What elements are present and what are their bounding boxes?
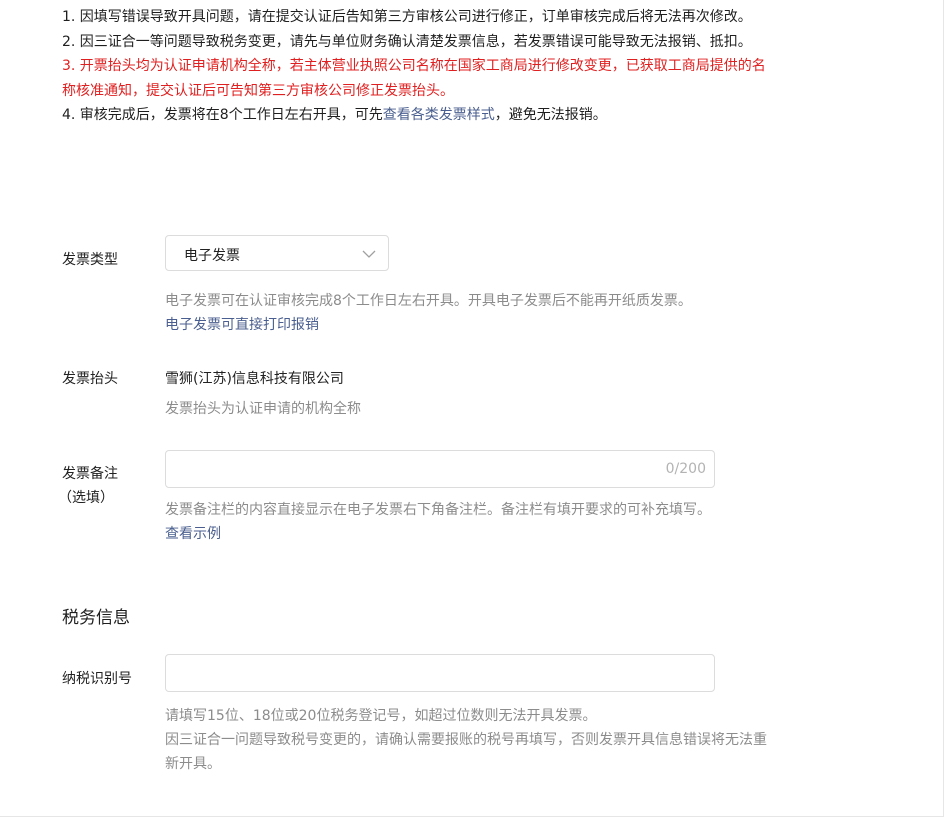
notice-item-3: 3. 开票抬头均为认证申请机构全称，若主体营业执照公司名称在国家工商局进行修改变…: [62, 58, 766, 99]
invoice-remark-hint-text: 发票备注栏的内容直接显示在电子发票右下角备注栏。备注栏有填开要求的可补充填写。: [165, 502, 711, 518]
tax-id-input[interactable]: [165, 654, 715, 692]
invoice-form-page: 1. 因填写错误导致开具问题，请在提交认证后告知第三方审核公司进行修正，订单审核…: [0, 0, 944, 817]
tax-id-hint: 请填写15位、18位或20位税务登记号，如超过位数则无法开具发票。 因三证合一问…: [165, 704, 775, 776]
notice-item-1: 1. 因填写错误导致开具问题，请在提交认证后告知第三方审核公司进行修正，订单审核…: [62, 9, 752, 25]
invoice-title-hint: 发票抬头为认证申请的机构全称: [165, 401, 361, 417]
chevron-down-icon: [362, 250, 376, 258]
tax-info-section-title: 税务信息: [62, 608, 130, 628]
invoice-type-hint: 电子发票可在认证审核完成8个工作日左右开具。开具电子发票后不能再开纸质发票。 电…: [165, 289, 775, 337]
tax-id-hint-line1: 请填写15位、18位或20位税务登记号，如超过位数则无法开具发票。: [165, 708, 597, 724]
invoice-remark-char-counter: 0/200: [665, 461, 706, 477]
invoice-remark-hint: 发票备注栏的内容直接显示在电子发票右下角备注栏。备注栏有填开要求的可补充填写。 …: [165, 498, 775, 546]
invoice-remark-input[interactable]: 0/200: [165, 450, 715, 488]
tax-id-label: 纳税识别号: [62, 671, 132, 687]
electronic-invoice-print-link[interactable]: 电子发票可直接打印报销: [165, 313, 775, 337]
notice-item-2: 2. 因三证合一等问题导致税务变更，请先与单位财务确认清楚发票信息，若发票错误可…: [62, 33, 752, 50]
invoice-remark-label: 发票备注 （选填）: [58, 462, 118, 510]
notice-item-4: 4. 审核完成后，发票将在8个工作日左右开具，可先查看各类发票样式，避免无法报销…: [62, 103, 767, 128]
invoice-type-hint-text: 电子发票可在认证审核完成8个工作日左右开具。开具电子发票后不能再开纸质发票。: [165, 293, 692, 309]
tax-id-hint-line2: 因三证合一问题导致税号变更的，请确认需要报账的税号再填写，否则发票开具信息错误将…: [165, 732, 767, 772]
invoice-type-selected-value: 电子发票: [184, 248, 240, 264]
invoice-type-label: 发票类型: [62, 252, 118, 268]
invoice-remark-label-line2: （选填）: [58, 490, 114, 506]
invoice-notice: 1. 因填写错误导致开具问题，请在提交认证后告知第三方审核公司进行修正，订单审核…: [62, 5, 767, 128]
notice-item-4-suffix: ，避免无法报销。: [494, 107, 607, 123]
view-example-link[interactable]: 查看示例: [165, 522, 775, 546]
notice-item-4-prefix: 4. 审核完成后，发票将在8个工作日左右开具，可先: [62, 107, 383, 123]
invoice-type-select[interactable]: 电子发票: [165, 235, 389, 271]
invoice-title-value: 雪狮(江苏)信息科技有限公司: [165, 371, 344, 387]
invoice-title-label: 发票抬头: [62, 371, 118, 387]
view-invoice-styles-link[interactable]: 查看各类发票样式: [383, 107, 495, 123]
invoice-remark-label-line1: 发票备注: [62, 466, 118, 482]
